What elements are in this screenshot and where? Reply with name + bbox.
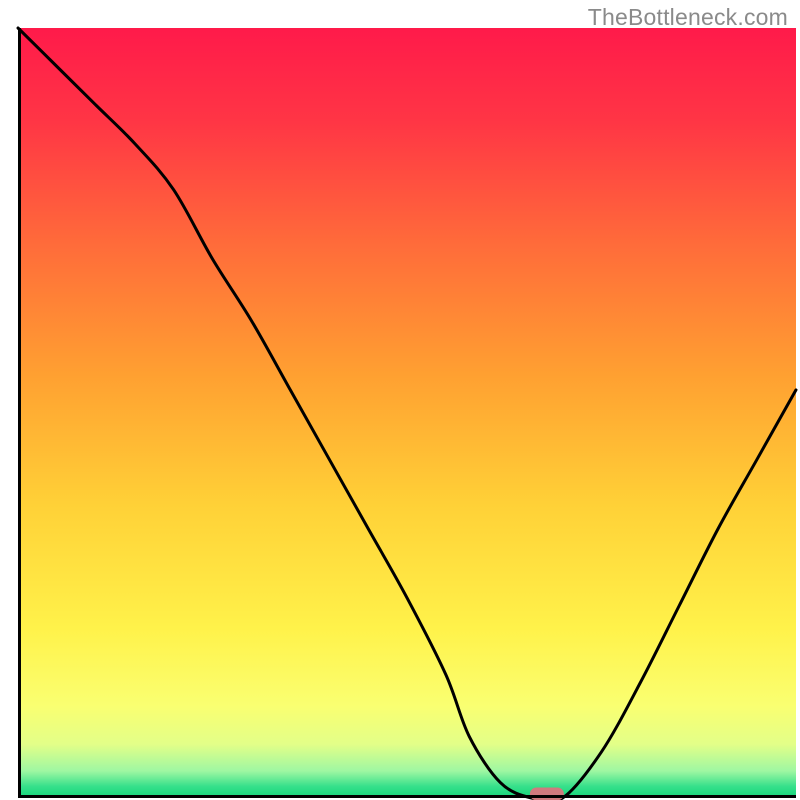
x-axis	[18, 795, 796, 798]
optimal-point-marker	[530, 788, 564, 800]
plot-area	[18, 28, 796, 798]
y-axis	[18, 28, 21, 798]
chart-curve	[18, 28, 796, 798]
bottleneck-curve-path	[18, 28, 796, 800]
bottleneck-chart: TheBottleneck.com	[0, 0, 800, 800]
attribution-label: TheBottleneck.com	[588, 4, 788, 31]
